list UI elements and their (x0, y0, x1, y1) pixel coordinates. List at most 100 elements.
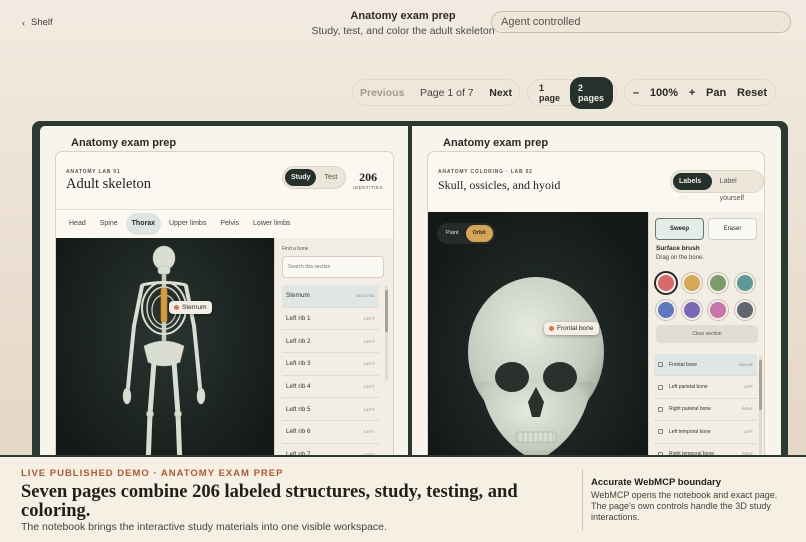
zoom-in-button[interactable]: + (689, 87, 695, 99)
structure-list-item[interactable]: Left temporal bone LEFT (654, 421, 757, 444)
pan-button[interactable]: Pan (706, 87, 726, 99)
color-swatch-blue[interactable] (656, 300, 676, 320)
zoom-controls: – 100% + Pan Reset (624, 79, 776, 106)
bone-list-item[interactable]: Left rib 3 LEFT (282, 353, 379, 376)
footer-subtext: The notebook brings the interactive stud… (21, 521, 387, 533)
bone-search-input[interactable] (282, 256, 384, 278)
clear-section-button[interactable]: Clear section (656, 325, 758, 343)
study-mode-button[interactable]: Study (285, 169, 317, 186)
zoom-level: 100% (649, 86, 679, 99)
bone-side: LEFT (364, 338, 375, 344)
tab-lower-limbs[interactable]: Lower limbs (247, 213, 296, 235)
tab-upper-limbs[interactable]: Upper limbs (163, 213, 212, 235)
color-swatch-green[interactable] (708, 273, 728, 293)
structure-name: Frontal bone (669, 361, 698, 368)
demo-footer: LIVE PUBLISHED DEMO · ANATOMY EXAM PREP … (0, 455, 806, 542)
reset-button[interactable]: Reset (737, 87, 767, 99)
eraser-button[interactable]: Eraser (708, 218, 757, 240)
sternum-hover-label: Sternum (169, 301, 212, 314)
structure-checkbox[interactable] (658, 384, 663, 390)
bone-list-item[interactable]: Sternum MIDLINE (282, 285, 379, 308)
structure-list-item[interactable]: Right parietal bone RIGHT (654, 399, 757, 422)
one-page-button[interactable]: 1 page (531, 77, 570, 109)
skeleton-lab-card: ANATOMY LAB 01 Adult skeleton Study Test… (55, 151, 394, 461)
bone-list: Sternum MIDLINE Left rib 1 LEFT Left rib… (282, 285, 379, 461)
bone-side: LEFT (364, 384, 375, 390)
right-page: Anatomy exam prep ANATOMY COLORING · LAB… (412, 126, 781, 461)
tab-pelvis[interactable]: Pelvis (214, 213, 245, 235)
bone-side: LEFT (364, 361, 375, 367)
tab-spine[interactable]: Spine (94, 213, 124, 235)
footer-side-title: Accurate WebMCP boundary (591, 477, 722, 488)
previous-button[interactable]: Previous (360, 87, 404, 99)
paint-orbit-toggle: Paint Orbit (437, 223, 495, 244)
bone-name: Left rib 2 (286, 337, 311, 345)
structure-checkbox[interactable] (658, 406, 663, 412)
structure-side: LEFT (744, 429, 753, 434)
test-mode-button[interactable]: Test (318, 169, 343, 186)
structure-checkbox[interactable] (658, 429, 663, 435)
color-swatch-purple[interactable] (682, 300, 702, 320)
study-test-toggle: Study Test (282, 166, 347, 189)
structure-list-item[interactable]: Left parietal bone LEFT (654, 376, 757, 399)
back-label: Shelf (31, 17, 53, 28)
skull-coloring-card: ANATOMY COLORING · LAB 02 Skull, ossicle… (427, 151, 765, 461)
bone-list-item[interactable]: Left rib 6 LEFT (282, 421, 379, 444)
structure-side: LEFT (744, 385, 753, 390)
identity-count-number: 206 (359, 170, 378, 184)
back-to-shelf-link[interactable]: ‹ Shelf (22, 17, 53, 28)
color-swatch-pink[interactable] (708, 300, 728, 320)
color-swatch-slate[interactable] (735, 300, 755, 320)
app-subtitle: Study, test, and color the adult skeleto… (311, 25, 495, 37)
page-indicator: Page 1 of 7 (419, 86, 474, 99)
structure-side: MIDLINE (738, 362, 753, 367)
bone-side: MIDLINE (356, 293, 375, 299)
color-swatch-gold[interactable] (682, 273, 702, 293)
bone-name: Left rib 5 (286, 405, 311, 413)
brush-title: Surface brush (656, 245, 700, 252)
coloring-tools-panel: Sweep Eraser Surface brush Drag on the b… (648, 212, 764, 461)
color-swatch-red[interactable] (656, 273, 676, 293)
labels-on-button[interactable]: Labels on (673, 173, 712, 202)
label-yourself-button[interactable]: Label yourself (714, 173, 761, 202)
find-bone-label: Find a bone (282, 246, 309, 252)
structure-name: Right parietal bone (669, 406, 711, 413)
right-page-heading: Anatomy exam prep (443, 137, 549, 149)
bone-name: Sternum (286, 292, 310, 300)
bone-list-scroll-thumb[interactable] (385, 290, 388, 332)
region-tabs: Head Spine Thorax Upper limbs Pelvis Low… (56, 209, 393, 238)
skeleton-3d-viewer[interactable]: Sternum (56, 238, 274, 461)
two-pages-button[interactable]: 2 pages (569, 76, 613, 109)
bone-side: LEFT (364, 429, 375, 435)
structure-list-scroll-thumb[interactable] (759, 360, 762, 410)
lab-tag: ANATOMY LAB 01 (66, 169, 121, 175)
next-button[interactable]: Next (489, 87, 512, 99)
page-navigation: Previous Page 1 of 7 Next (352, 79, 520, 106)
chevron-left-icon: ‹ (22, 17, 25, 28)
skull-illustration (468, 277, 604, 461)
lab-tag: ANATOMY COLORING · LAB 02 (438, 169, 533, 175)
bone-finder-panel: Find a bone Sternum MIDLINE Left rib 1 L… (274, 238, 393, 461)
bone-list-item[interactable]: Left rib 1 LEFT (282, 308, 379, 331)
sweep-button[interactable]: Sweep (655, 218, 704, 240)
color-swatch-teal[interactable] (735, 273, 755, 293)
structure-list-item[interactable]: Frontal bone MIDLINE (654, 354, 757, 377)
bone-list-item[interactable]: Left rib 2 LEFT (282, 330, 379, 354)
identity-count: 206 IDENTITIES (353, 170, 383, 190)
agent-status-field[interactable] (491, 11, 791, 33)
skull-3d-viewer[interactable]: Paint Orbit Frontal bone (428, 212, 648, 461)
brush-hint: Drag on the bone. (656, 255, 705, 261)
zoom-out-button[interactable]: – (633, 87, 639, 99)
footer-divider (582, 469, 583, 531)
paint-mode-button[interactable]: Paint (439, 225, 466, 242)
bone-name: Left rib 1 (286, 315, 311, 323)
bone-list-item[interactable]: Left rib 4 LEFT (282, 376, 379, 399)
structure-checkbox[interactable] (658, 362, 663, 368)
left-page: Anatomy exam prep ANATOMY LAB 01 Adult s… (40, 126, 408, 461)
left-page-heading: Anatomy exam prep (71, 137, 177, 149)
orbit-mode-button[interactable]: Orbit (465, 225, 493, 242)
tab-thorax[interactable]: Thorax (125, 213, 161, 235)
tab-head[interactable]: Head (63, 213, 92, 235)
bone-side: LEFT (364, 316, 375, 322)
bone-list-item[interactable]: Left rib 5 LEFT (282, 398, 379, 422)
